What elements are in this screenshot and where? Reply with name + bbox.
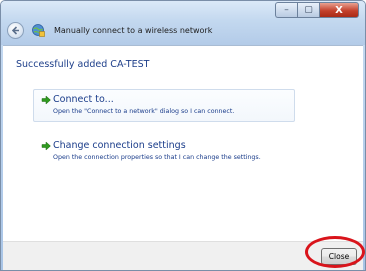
wireless-network-icon bbox=[32, 24, 45, 37]
maximize-button[interactable]: ▢ bbox=[297, 2, 319, 18]
dialog-footer: Close bbox=[3, 241, 363, 270]
window-title: Manually connect to a wireless network bbox=[54, 26, 213, 35]
connect-to-title[interactable]: Connect to... bbox=[53, 94, 114, 105]
green-arrow-icon bbox=[41, 141, 51, 151]
dialog-content: Successfully added CA-TEST Connect to...… bbox=[3, 45, 363, 242]
connect-to-description: Open the "Connect to a network" dialog s… bbox=[53, 108, 235, 115]
change-settings-description: Open the connection properties so that I… bbox=[53, 154, 261, 161]
window-close-button[interactable]: X bbox=[319, 2, 359, 18]
close-button[interactable]: Close bbox=[321, 248, 357, 265]
dialog-window: – ▢ X Manually connect to a wireless net… bbox=[0, 0, 366, 271]
connect-to-option[interactable]: Connect to... Open the "Connect to a net… bbox=[33, 89, 295, 122]
minimize-button[interactable]: – bbox=[275, 2, 297, 18]
back-arrow-icon bbox=[11, 26, 19, 35]
page-heading: Successfully added CA-TEST bbox=[16, 59, 150, 70]
window-controls: – ▢ X bbox=[275, 2, 359, 18]
title-bar: – ▢ X Manually connect to a wireless net… bbox=[1, 1, 365, 45]
change-settings-title[interactable]: Change connection settings bbox=[53, 140, 186, 151]
back-button[interactable] bbox=[7, 22, 24, 39]
change-connection-settings-option[interactable]: Change connection settings Open the conn… bbox=[33, 135, 295, 168]
green-arrow-icon bbox=[41, 95, 51, 105]
